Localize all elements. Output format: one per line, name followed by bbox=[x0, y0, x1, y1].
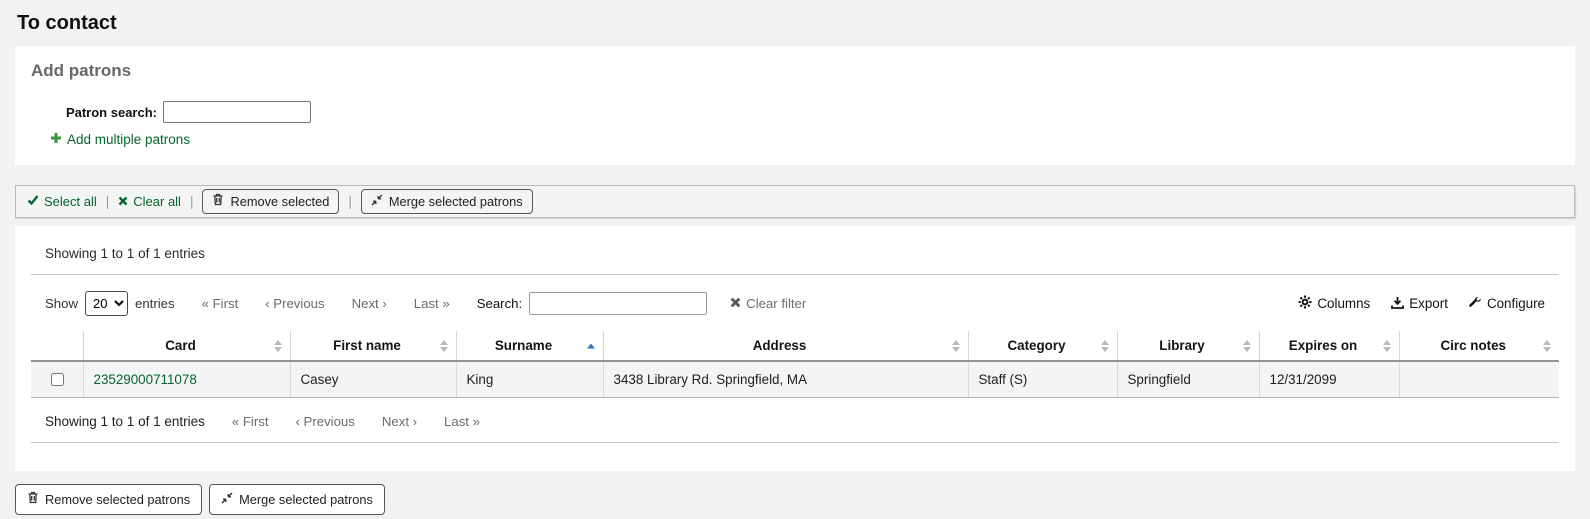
table-footer-row: Showing 1 to 1 of 1 entries « First ‹ Pr… bbox=[45, 414, 1559, 429]
merge-selected-patrons-button[interactable]: Merge selected patrons bbox=[209, 484, 385, 515]
cell-expires-on: 12/31/2099 bbox=[1259, 361, 1399, 398]
x-icon bbox=[118, 194, 128, 209]
page-title: To contact bbox=[17, 12, 1573, 35]
table-info-top: Showing 1 to 1 of 1 entries bbox=[31, 242, 1559, 261]
column-header-library[interactable]: Library bbox=[1117, 331, 1259, 361]
show-label: Show bbox=[45, 296, 78, 311]
gear-icon bbox=[1298, 295, 1312, 312]
sort-up-down-icon[interactable] bbox=[1383, 340, 1391, 352]
pagination-previous[interactable]: ‹ Previous bbox=[265, 296, 324, 311]
add-multiple-patrons-link[interactable]: Add multiple patrons bbox=[50, 132, 1575, 147]
pagination-previous[interactable]: ‹ Previous bbox=[296, 414, 355, 429]
column-header-expires-on[interactable]: Expires on bbox=[1259, 331, 1399, 361]
add-patrons-card: Add patrons Patron search: Add multiple … bbox=[15, 46, 1575, 165]
sort-up-down-icon[interactable] bbox=[440, 340, 448, 352]
patron-search-label: Patron search: bbox=[15, 105, 163, 120]
merge-selected-patrons-button[interactable]: Merge selected patrons bbox=[361, 189, 533, 214]
select-all-link[interactable]: Select all bbox=[27, 194, 97, 209]
toolbar-divider: | bbox=[106, 194, 110, 209]
cell-circ-notes bbox=[1399, 361, 1559, 398]
cell-surname: King bbox=[456, 361, 603, 398]
compress-arrows-icon bbox=[371, 193, 383, 210]
page-length-select[interactable]: 20 bbox=[85, 291, 128, 316]
add-multiple-patrons-label: Add multiple patrons bbox=[67, 132, 190, 147]
footer-actions: Remove selected patrons Merge selected p… bbox=[15, 484, 1575, 515]
sort-up-down-icon[interactable] bbox=[274, 340, 282, 352]
wrench-icon bbox=[1469, 296, 1482, 312]
column-header-surname[interactable]: Surname bbox=[456, 331, 603, 361]
remove-selected-patrons-button[interactable]: Remove selected patrons bbox=[15, 484, 202, 515]
table-controls: Show 20 entries « First ‹ Previous Next … bbox=[45, 291, 1545, 316]
column-header-circ-notes[interactable]: Circ notes bbox=[1399, 331, 1559, 361]
patron-table: Card First name Surname Address Category… bbox=[31, 331, 1559, 398]
toolbar-divider: | bbox=[190, 194, 194, 209]
page-header: To contact bbox=[0, 0, 1590, 46]
pagination-first[interactable]: « First bbox=[202, 296, 239, 311]
export-button[interactable]: Export bbox=[1391, 296, 1448, 312]
patron-search-row: Patron search: bbox=[15, 101, 1575, 123]
row-checkbox-cell bbox=[31, 361, 83, 398]
check-icon bbox=[27, 194, 39, 209]
patron-list-panel: Showing 1 to 1 of 1 entries Show 20 entr… bbox=[15, 226, 1575, 471]
cell-category: Staff (S) bbox=[968, 361, 1117, 398]
pagination-next[interactable]: Next › bbox=[382, 414, 417, 429]
column-header-first-name[interactable]: First name bbox=[290, 331, 456, 361]
table-header-row: Card First name Surname Address Category… bbox=[31, 331, 1559, 361]
cell-first-name: Casey bbox=[290, 361, 456, 398]
sort-asc-icon[interactable] bbox=[587, 343, 595, 348]
pagination-last[interactable]: Last » bbox=[444, 414, 480, 429]
selection-toolbar: Select all | Clear all | Remove selected… bbox=[15, 185, 1575, 218]
pagination-last[interactable]: Last » bbox=[414, 296, 450, 311]
clear-filter-link[interactable]: Clear filter bbox=[730, 296, 806, 311]
pagination-next[interactable]: Next › bbox=[352, 296, 387, 311]
cell-address: 3438 Library Rd. Springfield, MA bbox=[603, 361, 968, 398]
clear-all-link[interactable]: Clear all bbox=[118, 194, 181, 209]
cell-card: 23529000711078 bbox=[83, 361, 290, 398]
entries-label: entries bbox=[135, 296, 175, 311]
add-patrons-heading: Add patrons bbox=[15, 46, 1575, 91]
patron-search-input[interactable] bbox=[163, 101, 311, 123]
x-icon bbox=[730, 296, 741, 311]
trash-icon bbox=[27, 491, 39, 508]
pagination-top: « First ‹ Previous Next › Last » bbox=[175, 296, 450, 311]
page-length-group: Show 20 entries bbox=[45, 291, 175, 316]
table-row: 23529000711078 Casey King 3438 Library R… bbox=[31, 361, 1559, 398]
column-header-card[interactable]: Card bbox=[83, 331, 290, 361]
pagination-bottom: « First ‹ Previous Next › Last » bbox=[205, 414, 480, 429]
sort-up-down-icon[interactable] bbox=[1543, 340, 1551, 352]
plus-icon bbox=[50, 132, 62, 147]
row-checkbox[interactable] bbox=[51, 373, 64, 386]
table-search-group: Search: bbox=[477, 292, 707, 315]
cardnumber-link[interactable]: 23529000711078 bbox=[94, 372, 197, 387]
download-icon bbox=[1391, 296, 1404, 312]
toolbar-divider: | bbox=[348, 194, 352, 209]
pagination-first[interactable]: « First bbox=[232, 414, 269, 429]
divider-line bbox=[31, 274, 1559, 275]
sort-up-down-icon[interactable] bbox=[1243, 340, 1251, 352]
remove-selected-button[interactable]: Remove selected bbox=[202, 189, 339, 214]
search-label: Search: bbox=[477, 296, 522, 311]
columns-button[interactable]: Columns bbox=[1298, 295, 1370, 312]
sort-up-down-icon[interactable] bbox=[952, 340, 960, 352]
column-header-checkbox bbox=[31, 331, 83, 361]
cell-library: Springfield bbox=[1117, 361, 1259, 398]
trash-icon bbox=[212, 193, 224, 210]
compress-arrows-icon bbox=[221, 491, 233, 508]
table-tools: Columns Export Configure bbox=[1298, 295, 1545, 312]
table-info-bottom: Showing 1 to 1 of 1 entries bbox=[45, 414, 205, 429]
configure-button[interactable]: Configure bbox=[1469, 296, 1545, 312]
table-search-input[interactable] bbox=[529, 292, 707, 315]
sort-up-down-icon[interactable] bbox=[1101, 340, 1109, 352]
divider-line bbox=[31, 442, 1559, 443]
column-header-category[interactable]: Category bbox=[968, 331, 1117, 361]
column-header-address[interactable]: Address bbox=[603, 331, 968, 361]
